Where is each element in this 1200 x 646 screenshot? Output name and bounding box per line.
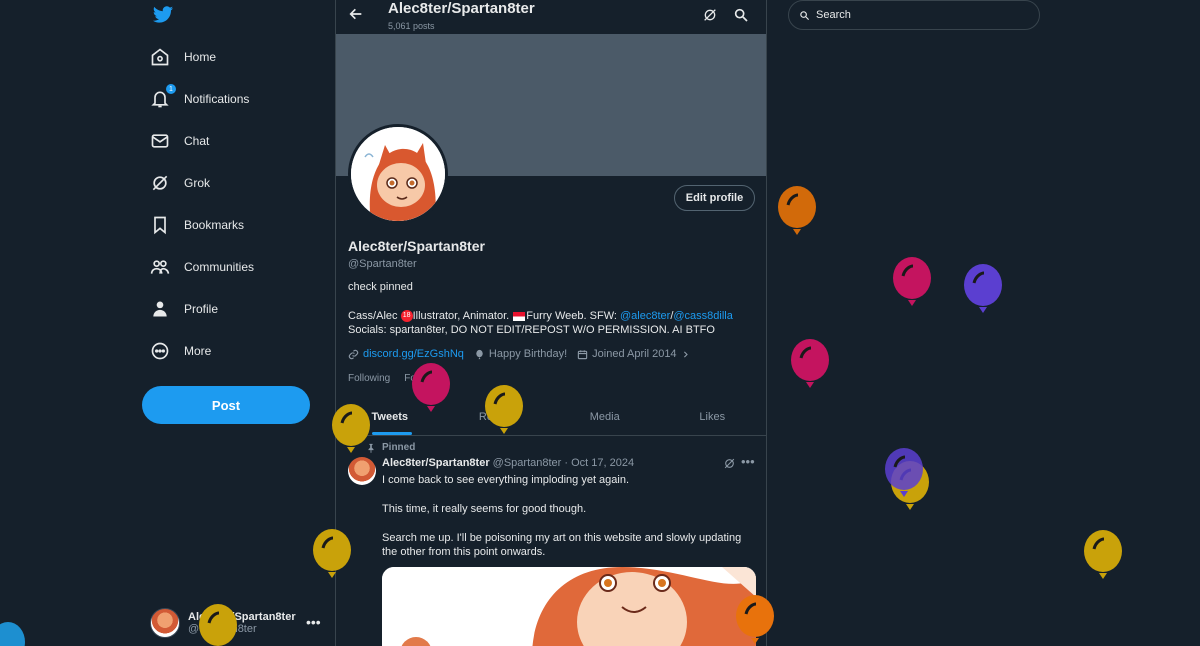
tab-media[interactable]: Media	[551, 398, 659, 435]
notification-badge: 1	[166, 84, 176, 94]
nav-home-label: Home	[184, 50, 217, 64]
nav-grok[interactable]: Grok	[150, 165, 210, 201]
bio-mention-link[interactable]: @cass8dilla	[673, 310, 732, 322]
search-input[interactable]	[816, 9, 1016, 21]
bio-text: Illustrator, Animator.	[412, 310, 510, 322]
person-icon	[150, 299, 170, 319]
account-switcher[interactable]: Alec8ter/Spartan8ter @Spartan8ter •••	[150, 606, 330, 640]
flag-icon	[513, 311, 526, 321]
bio-text: Cass/Alec	[348, 310, 398, 322]
nav-profile[interactable]: Profile	[150, 291, 218, 327]
nav-grok-label: Grok	[184, 176, 211, 190]
tweet-author-name[interactable]: Alec8ter/Spartan8ter	[382, 457, 490, 469]
nav-profile-label: Profile	[184, 302, 219, 316]
following-link[interactable]: Following	[348, 373, 390, 384]
search-icon[interactable]	[733, 7, 749, 23]
grok-icon	[150, 173, 170, 193]
balloon-icon	[332, 404, 370, 453]
nav-chat[interactable]: Chat	[150, 123, 209, 159]
balloon-icon	[1084, 530, 1122, 579]
grok-icon[interactable]	[702, 7, 718, 23]
balloon-icon	[199, 604, 237, 646]
nav-more-label: More	[184, 344, 212, 358]
search-icon	[800, 10, 810, 20]
mail-icon	[150, 131, 170, 151]
nav-home[interactable]: Home	[150, 39, 216, 75]
pinned-label: Pinned	[382, 442, 416, 453]
edit-profile-button[interactable]: Edit profile	[674, 185, 755, 211]
tweet-body: I come back to see everything imploding …	[382, 473, 758, 574]
balloon-icon	[964, 264, 1002, 313]
tweet-text: I come back to see everything imploding …	[382, 474, 630, 486]
tweet-text: This time, it really seems for good thou…	[382, 503, 587, 515]
bookmark-icon	[150, 215, 170, 235]
bio-text: Socials: spartan8ter, DO NOT EDIT/REPOST…	[348, 324, 715, 336]
pinned-indicator: Pinned	[366, 442, 415, 453]
search-box[interactable]	[788, 0, 1040, 30]
profile-name: Alec8ter/Spartan8ter	[348, 238, 485, 254]
more-dots-icon[interactable]: •••	[306, 614, 321, 630]
nav-bookmarks[interactable]: Bookmarks	[150, 207, 244, 243]
profile-joined: Joined April 2014	[592, 348, 677, 360]
balloon-icon	[885, 448, 923, 497]
tweet-media-image[interactable]	[382, 567, 756, 646]
grok-icon[interactable]	[723, 457, 736, 470]
pinned-tweet[interactable]: Pinned Alec8ter/Spartan8ter @Spartan8ter…	[336, 436, 766, 646]
profile-tabs: Tweets Replies Media Likes	[336, 398, 766, 436]
chevron-right-icon	[683, 350, 688, 358]
tweet-meta: @Spartan8ter · Oct 17, 2024	[492, 457, 635, 469]
tweet-text: Search me up. I'll be poisoning my art o…	[382, 532, 742, 558]
communities-icon	[150, 257, 170, 277]
balloon-icon	[791, 339, 829, 388]
profile-handle: @Spartan8ter	[348, 258, 417, 270]
profile-column: Alec8ter/Spartan8ter 5,061 posts Edit pr…	[335, 0, 767, 646]
balloon-icon	[412, 363, 450, 412]
balloon-icon	[893, 257, 931, 306]
tab-likes[interactable]: Likes	[659, 398, 767, 435]
nav-communities[interactable]: Communities	[150, 249, 254, 285]
nav-notifications-label: Notifications	[184, 92, 250, 106]
calendar-icon	[577, 349, 588, 359]
nav-chat-label: Chat	[184, 134, 210, 148]
profile-header-bar: Alec8ter/Spartan8ter 5,061 posts	[336, 0, 766, 34]
profile-avatar[interactable]	[348, 124, 448, 224]
left-sidebar: Home 1 Notifications Chat Grok Bookmarks…	[142, 0, 322, 646]
profile-link[interactable]: discord.gg/EzGshNq	[363, 348, 464, 360]
page-title: Alec8ter/Spartan8ter	[388, 0, 535, 17]
nav-communities-label: Communities	[184, 260, 255, 274]
profile-birthday: Happy Birthday!	[488, 348, 568, 360]
back-arrow-icon[interactable]	[348, 6, 364, 22]
nav-more[interactable]: More	[150, 333, 211, 369]
balloon-icon	[0, 622, 25, 646]
more-circle-icon	[150, 341, 170, 361]
profile-meta: discord.gg/EzGshNq Happy Birthday! Joine…	[348, 348, 690, 360]
nav-notifications[interactable]: 1 Notifications	[150, 81, 249, 117]
nav-bookmarks-label: Bookmarks	[184, 218, 245, 232]
balloon-icon	[736, 595, 774, 644]
link-icon	[348, 349, 359, 359]
balloon-icon	[485, 385, 523, 434]
balloon-icon	[778, 186, 816, 235]
tweet-header: Alec8ter/Spartan8ter @Spartan8ter · Oct …	[382, 457, 634, 469]
age-18-icon: 18	[400, 310, 413, 323]
balloon-icon	[476, 349, 483, 359]
profile-bio: Cass/Alec 18 Illustrator, Animator. Furry…	[348, 309, 758, 337]
post-count: 5,061 posts	[388, 21, 435, 31]
bell-icon: 1	[150, 84, 176, 109]
home-icon	[150, 47, 170, 67]
bio-text: Furry Weeb. SFW:	[526, 310, 617, 322]
post-button[interactable]: Post	[142, 386, 310, 424]
avatar[interactable]	[348, 457, 376, 485]
bio-mention-link[interactable]: @alec8ter	[620, 310, 670, 322]
profile-pinned-note: check pinned	[348, 281, 413, 293]
twitter-bird-icon[interactable]	[152, 4, 174, 26]
balloon-icon	[313, 529, 351, 578]
avatar	[150, 608, 180, 638]
more-dots-icon[interactable]: •••	[741, 454, 755, 469]
